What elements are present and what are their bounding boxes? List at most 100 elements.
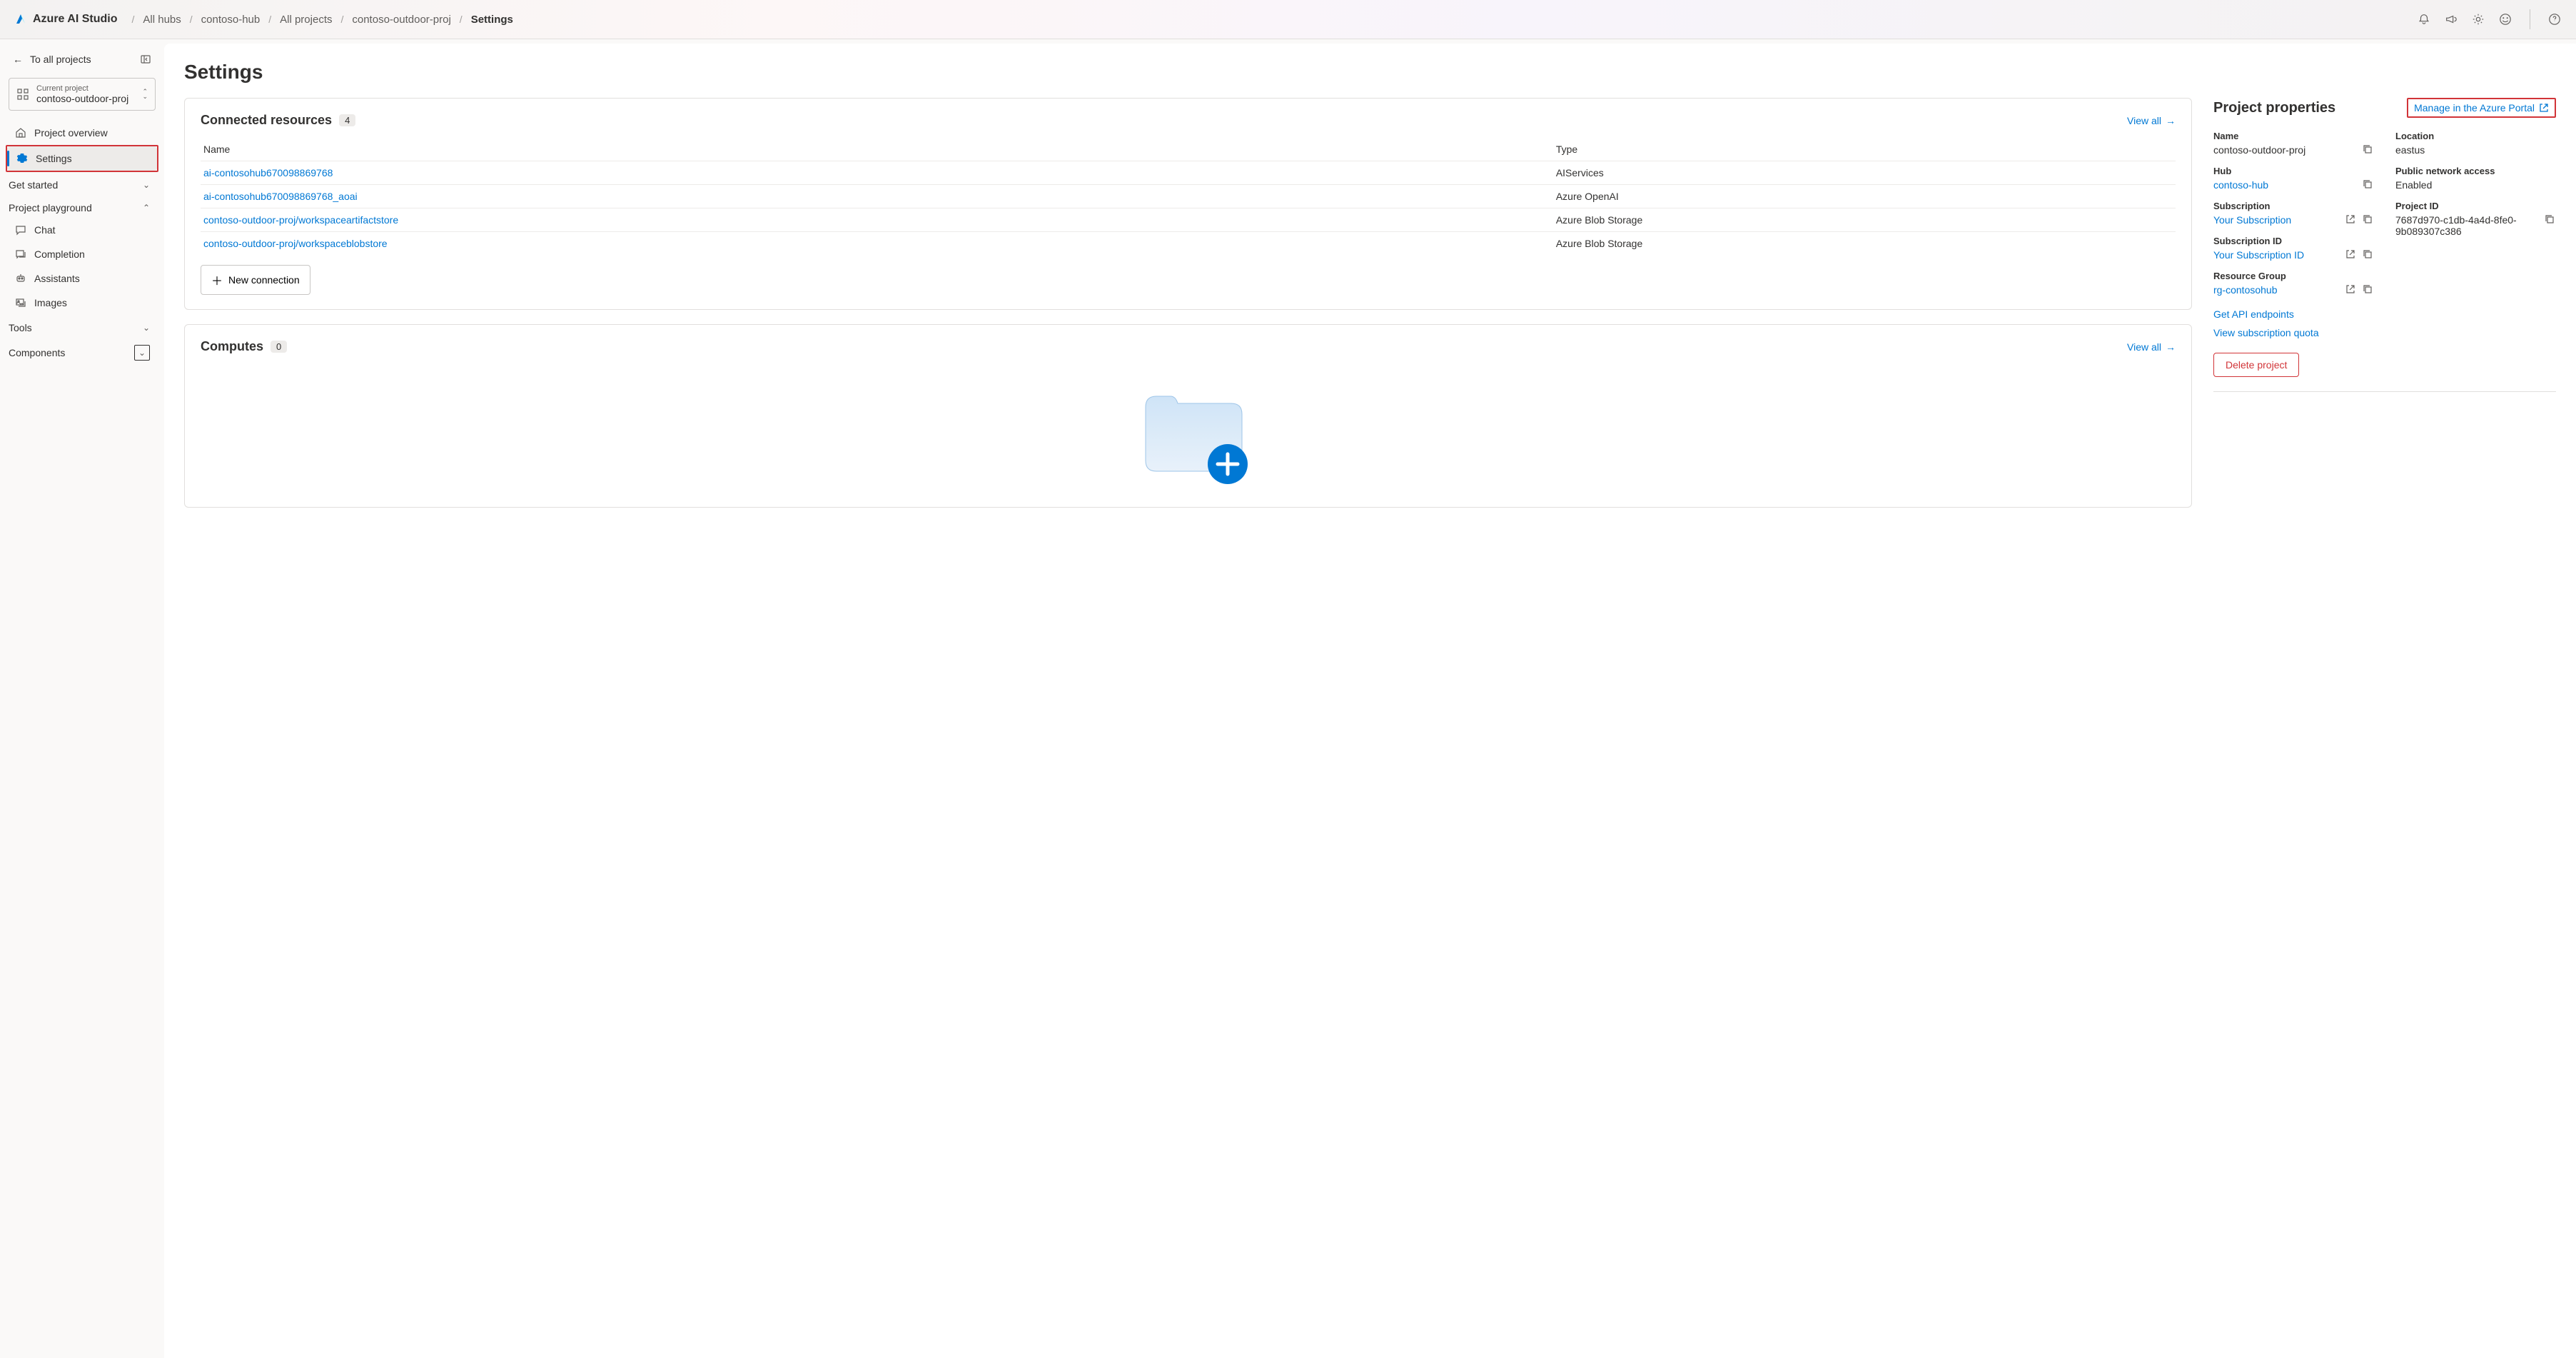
external-link-icon (2539, 103, 2549, 113)
view-all-label: View all (2127, 115, 2161, 126)
topbar: Azure AI Studio / All hubs / contoso-hub… (0, 0, 2576, 39)
home-icon (14, 126, 27, 139)
group-label: Project playground (9, 202, 92, 213)
breadcrumb-all-hubs[interactable]: All hubs (143, 14, 181, 26)
table-row: ai-contosohub670098869768AIServices (201, 161, 2176, 185)
resource-type: Azure OpenAI (1553, 185, 2176, 208)
prop-value-network: Enabled (2395, 179, 2556, 191)
resource-link[interactable]: ai-contosohub670098869768_aoai (203, 191, 358, 202)
page-title: Settings (184, 61, 2556, 84)
smiley-icon[interactable] (2498, 12, 2512, 26)
project-selector-name: contoso-outdoor-proj (36, 93, 135, 104)
nav-label: Project overview (34, 127, 108, 139)
back-label: To all projects (30, 54, 91, 65)
nav-label: Chat (34, 224, 56, 236)
prop-label-project-id: Project ID (2395, 201, 2556, 211)
resource-link[interactable]: contoso-outdoor-proj/workspaceblobstore (203, 238, 388, 249)
prop-label-name: Name (2213, 131, 2374, 141)
arrow-right-icon: → (2166, 115, 2176, 126)
nav-group-components[interactable]: Components ⌄ (6, 338, 158, 365)
prop-link-resource-group[interactable]: rg-contosohub (2213, 284, 2278, 296)
nav-label: Assistants (34, 273, 80, 284)
prop-label-location: Location (2395, 131, 2556, 141)
copy-icon[interactable] (2363, 284, 2374, 296)
card-title: Computes (201, 339, 263, 354)
copy-icon[interactable] (2363, 249, 2374, 261)
chevron-down-icon: ⌄ (143, 323, 150, 333)
chat-icon (14, 223, 27, 236)
connected-resources-card: Connected resources 4 View all → Name Ty… (184, 98, 2192, 310)
resource-link[interactable]: ai-contosohub670098869768 (203, 167, 333, 178)
new-connection-button[interactable]: ＋ New connection (201, 265, 310, 295)
gear-icon (16, 152, 29, 165)
view-all-computes-link[interactable]: View all → (2127, 341, 2176, 353)
prop-value-location: eastus (2395, 144, 2556, 156)
external-link-icon[interactable] (2345, 214, 2357, 226)
prop-label-resource-group: Resource Group (2213, 271, 2374, 281)
copy-icon[interactable] (2363, 144, 2374, 156)
prop-link-subscription[interactable]: Your Subscription (2213, 214, 2291, 226)
delete-project-button[interactable]: Delete project (2213, 353, 2299, 377)
images-icon (14, 296, 27, 309)
prop-label-subscription: Subscription (2213, 201, 2374, 211)
bell-icon[interactable] (2417, 12, 2431, 26)
prop-link-hub[interactable]: contoso-hub (2213, 179, 2268, 191)
prop-link-subscription-id[interactable]: Your Subscription ID (2213, 249, 2304, 261)
nav-assistants[interactable]: Assistants (6, 266, 158, 291)
nav-group-tools[interactable]: Tools ⌄ (6, 315, 158, 338)
help-icon[interactable] (2547, 12, 2562, 26)
external-link-icon[interactable] (2345, 284, 2357, 296)
nav-group-playground[interactable]: Project playground ⌃ (6, 195, 158, 218)
plus-icon: ＋ (211, 271, 223, 288)
nav-completion[interactable]: Completion (6, 242, 158, 266)
arrow-left-icon: ← (13, 54, 23, 65)
card-title: Connected resources (201, 113, 332, 128)
nav-label: Settings (36, 153, 72, 164)
nav-project-overview[interactable]: Project overview (6, 121, 158, 145)
topbar-actions (2417, 9, 2562, 29)
nav-group-get-started[interactable]: Get started ⌄ (6, 172, 158, 195)
collapse-sidebar-icon[interactable] (140, 54, 151, 65)
prop-label-network: Public network access (2395, 166, 2556, 176)
gear-icon[interactable] (2471, 12, 2485, 26)
prop-value-project-id: 7687d970-c1db-4a4d-8fe0-9b089307c386 (2395, 214, 2537, 237)
breadcrumb-hub[interactable]: contoso-hub (201, 14, 261, 26)
empty-state-illustration (201, 364, 2176, 493)
copy-icon[interactable] (2363, 214, 2374, 226)
get-api-endpoints-link[interactable]: Get API endpoints (2213, 308, 2556, 320)
prop-value-name: contoso-outdoor-proj (2213, 144, 2305, 156)
resource-link[interactable]: contoso-outdoor-proj/workspaceartifactst… (203, 214, 398, 226)
grid-icon (16, 88, 29, 101)
breadcrumb-project[interactable]: contoso-outdoor-proj (352, 14, 450, 26)
copy-icon[interactable] (2363, 179, 2374, 191)
col-name: Name (201, 138, 1553, 161)
nav-chat[interactable]: Chat (6, 218, 158, 242)
azure-logo-icon (14, 13, 27, 26)
nav-label: Images (34, 297, 67, 308)
manage-azure-portal-link[interactable]: Manage in the Azure Portal (2407, 98, 2556, 118)
breadcrumb-all-projects[interactable]: All projects (280, 14, 332, 26)
view-all-connections-link[interactable]: View all → (2127, 115, 2176, 126)
main-content: Settings Connected resources 4 View all … (164, 44, 2576, 1358)
prop-label-subscription-id: Subscription ID (2213, 236, 2374, 246)
copy-icon[interactable] (2545, 214, 2556, 226)
count-badge: 0 (271, 341, 287, 353)
button-label: Delete project (2226, 359, 2287, 371)
nav-label: Completion (34, 248, 85, 260)
computes-card: Computes 0 View all → (184, 324, 2192, 508)
nav-images[interactable]: Images (6, 291, 158, 315)
resource-type: Azure Blob Storage (1553, 232, 2176, 256)
breadcrumbs: / All hubs / contoso-hub / All projects … (132, 14, 2417, 26)
chevron-down-icon: ⌄ (134, 345, 150, 361)
nav-settings[interactable]: Settings (7, 146, 157, 171)
app-logo[interactable]: Azure AI Studio (14, 13, 118, 26)
back-to-projects-link[interactable]: ← To all projects (6, 48, 158, 71)
view-subscription-quota-link[interactable]: View subscription quota (2213, 327, 2556, 338)
assistant-icon (14, 272, 27, 285)
project-selector-label: Current project (36, 84, 135, 93)
external-link-icon[interactable] (2345, 249, 2357, 261)
megaphone-icon[interactable] (2444, 12, 2458, 26)
project-properties-panel: Project properties Manage in the Azure P… (2213, 98, 2556, 508)
sidebar: ← To all projects Current project contos… (0, 39, 164, 1358)
project-selector[interactable]: Current project contoso-outdoor-proj ⌃⌄ (9, 78, 156, 111)
